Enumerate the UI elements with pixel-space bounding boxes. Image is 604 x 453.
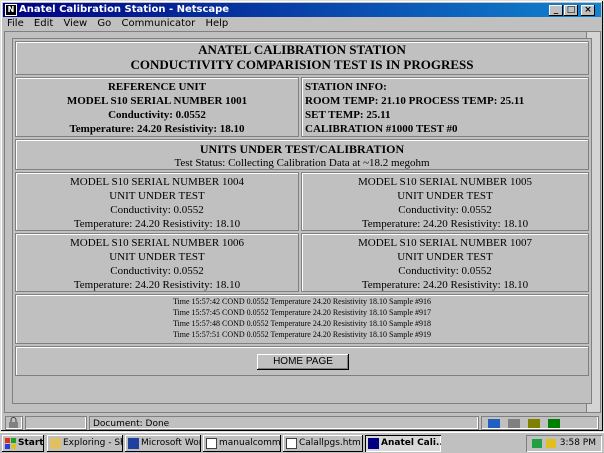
- word-icon: [128, 438, 139, 449]
- folder-icon: [50, 438, 61, 449]
- taskbar-item-label: Calallpgs.htm -...: [299, 438, 363, 448]
- page-header: ANATEL CALIBRATION STATION CONDUCTIVITY …: [15, 41, 589, 75]
- discussion-icon[interactable]: [528, 419, 540, 428]
- taskbar-item-label: manualcomma...: [219, 438, 281, 448]
- station-calibration: CALIBRATION #1000 TEST #0: [305, 123, 458, 135]
- units-under-test-header: UNITS UNDER TEST/CALIBRATION Test Status…: [15, 139, 589, 170]
- mail-icon[interactable]: [508, 419, 520, 428]
- unit-conductivity: Conductivity: 0.0552: [110, 265, 204, 277]
- unit-panel-1004: MODEL S10 SERIAL NUMBER 1004 UNIT UNDER …: [15, 172, 299, 231]
- menu-file[interactable]: File: [7, 18, 24, 30]
- station-set-temp: SET TEMP: 25.11: [305, 109, 391, 121]
- netscape-icon: N: [5, 4, 17, 16]
- unit-panel-1007: MODEL S10 SERIAL NUMBER 1007 UNIT UNDER …: [301, 233, 589, 292]
- unit-panel-1005: MODEL S10 SERIAL NUMBER 1005 UNIT UNDER …: [301, 172, 589, 231]
- station-room-temp: ROOM TEMP: 21.10 PROCESS TEMP: 25.11: [305, 95, 525, 107]
- station-title: STATION INFO:: [305, 81, 387, 93]
- unit-model: MODEL S10 SERIAL NUMBER 1004: [70, 176, 244, 188]
- unit-model: MODEL S10 SERIAL NUMBER 1007: [358, 237, 532, 249]
- document-icon: [206, 438, 217, 449]
- browser-window: N Anatel Calibration Station - Netscape …: [0, 0, 604, 432]
- taskbar-item-label: Exploring - Shi...: [63, 438, 123, 448]
- unit-temperature: Temperature: 24.20 Resistivity: 18.10: [73, 279, 241, 291]
- page-subtitle: CONDUCTIVITY COMPARISION TEST IS IN PROG…: [130, 57, 474, 72]
- network-icon[interactable]: [532, 439, 542, 448]
- menu-go[interactable]: Go: [97, 18, 111, 30]
- maximize-button[interactable]: □: [564, 5, 578, 16]
- home-button-row: HOME PAGE: [15, 346, 589, 376]
- unit-temperature: Temperature: 24.20 Resistivity: 18.10: [361, 279, 529, 291]
- log-row: Time 15:57:42 COND 0.0552 Temperature 24…: [172, 297, 432, 306]
- log-row: Time 15:57:45 COND 0.0552 Temperature 24…: [172, 308, 432, 317]
- unit-label: UNIT UNDER TEST: [109, 190, 205, 202]
- menu-view[interactable]: View: [63, 18, 87, 30]
- unit-model: MODEL S10 SERIAL NUMBER 1005: [358, 176, 532, 188]
- taskbar-item-label: Microsoft Word: [141, 438, 201, 448]
- netscape-icon: [368, 438, 379, 449]
- status-text: Document: Done: [89, 416, 479, 430]
- page-viewport: ANATEL CALIBRATION STATION CONDUCTIVITY …: [4, 31, 601, 413]
- reference-unit-panel: REFERENCE UNIT MODEL S10 SERIAL NUMBER 1…: [15, 77, 299, 137]
- minimize-button[interactable]: _: [549, 5, 563, 16]
- window-title: Anatel Calibration Station - Netscape: [19, 4, 230, 15]
- unit-panel-1006: MODEL S10 SERIAL NUMBER 1006 UNIT UNDER …: [15, 233, 299, 292]
- unit-conductivity: Conductivity: 0.0552: [110, 204, 204, 216]
- sample-log: Time 15:57:42 COND 0.0552 Temperature 24…: [15, 294, 589, 344]
- menu-help[interactable]: Help: [205, 18, 228, 30]
- taskbar: Start Exploring - Shi... Microsoft Word …: [0, 432, 604, 453]
- unit-label: UNIT UNDER TEST: [397, 251, 493, 263]
- progress-field: [25, 416, 87, 430]
- taskbar-item-anatel[interactable]: Anatel Cali...: [365, 435, 441, 452]
- windows-logo-icon: [5, 438, 16, 449]
- calibration-table: ANATEL CALIBRATION STATION CONDUCTIVITY …: [12, 38, 592, 404]
- taskbar-item-word[interactable]: Microsoft Word: [125, 435, 201, 452]
- navigator-icon[interactable]: [488, 419, 500, 428]
- taskbar-item-label: Anatel Cali...: [381, 438, 441, 448]
- home-page-button[interactable]: HOME PAGE: [257, 354, 349, 370]
- unit-temperature: Temperature: 24.20 Resistivity: 18.10: [361, 218, 529, 230]
- system-tray: 3:58 PM: [526, 435, 602, 452]
- unit-label: UNIT UNDER TEST: [397, 190, 493, 202]
- unit-label: UNIT UNDER TEST: [109, 251, 205, 263]
- taskbar-item-manual[interactable]: manualcomma...: [203, 435, 281, 452]
- start-label: Start: [18, 438, 44, 448]
- unit-conductivity: Conductivity: 0.0552: [398, 265, 492, 277]
- unit-temperature: Temperature: 24.20 Resistivity: 18.10: [73, 218, 241, 230]
- clock[interactable]: 3:58 PM: [560, 438, 596, 448]
- reference-conductivity: Conductivity: 0.0552: [108, 109, 206, 121]
- component-bar: [481, 416, 599, 430]
- menu-bar: File Edit View Go Communicator Help: [3, 18, 601, 30]
- taskbar-item-explorer[interactable]: Exploring - Shi...: [47, 435, 123, 452]
- taskbar-item-calallpgs[interactable]: Calallpgs.htm -...: [283, 435, 363, 452]
- unit-conductivity: Conductivity: 0.0552: [398, 204, 492, 216]
- menu-edit[interactable]: Edit: [34, 18, 53, 30]
- title-bar[interactable]: N Anatel Calibration Station - Netscape …: [3, 3, 601, 17]
- start-button[interactable]: Start: [2, 435, 44, 452]
- reference-model: MODEL S10 SERIAL NUMBER 1001: [66, 95, 248, 107]
- menu-communicator[interactable]: Communicator: [121, 18, 195, 30]
- test-status: Test Status: Collecting Calibration Data…: [174, 157, 430, 169]
- notepad-icon: [286, 438, 297, 449]
- page-title: ANATEL CALIBRATION STATION: [198, 42, 406, 57]
- unit-model: MODEL S10 SERIAL NUMBER 1006: [70, 237, 244, 249]
- uut-title: UNITS UNDER TEST/CALIBRATION: [199, 142, 405, 156]
- security-lock-icon[interactable]: [5, 416, 23, 430]
- station-info-panel: STATION INFO: ROOM TEMP: 21.10 PROCESS T…: [301, 77, 589, 137]
- log-row: Time 15:57:51 COND 0.0552 Temperature 24…: [172, 330, 432, 339]
- log-row: Time 15:57:48 COND 0.0552 Temperature 24…: [172, 319, 432, 328]
- close-button[interactable]: ×: [581, 5, 595, 16]
- status-bar: Document: Done: [3, 415, 601, 431]
- composer-icon[interactable]: [548, 419, 560, 428]
- reference-title: REFERENCE UNIT: [107, 81, 207, 93]
- speaker-icon[interactable]: [546, 439, 556, 448]
- reference-temperature: Temperature: 24.20 Resistivity: 18.10: [69, 123, 245, 135]
